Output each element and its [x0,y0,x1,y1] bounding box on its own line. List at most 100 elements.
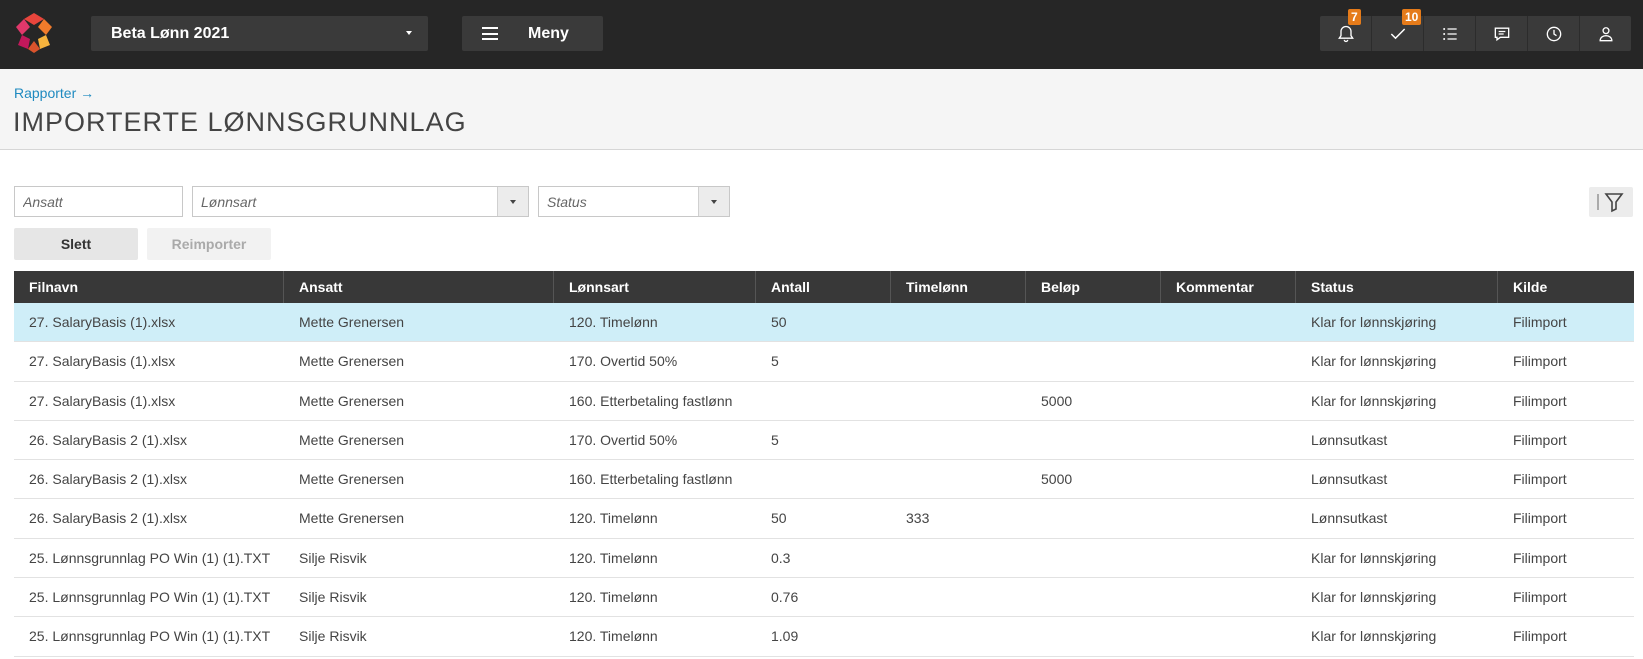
cell-ansatt: Mette Grenersen [299,510,405,527]
lonnsart-filter[interactable] [192,186,529,217]
app-logo-icon[interactable] [12,11,56,55]
history-button[interactable] [1528,16,1580,51]
user-icon [1598,26,1613,41]
cell-kommentar [1161,460,1296,498]
cell-belop [1026,539,1161,577]
cell-kommentar [1161,421,1296,459]
ansatt-input[interactable] [15,187,182,216]
top-bar: Beta Lønn 2021 Meny 7 10 [0,0,1643,69]
cell-kommentar [1161,617,1296,655]
cell-kilde: Filimport [1513,628,1567,645]
company-selector[interactable]: Beta Lønn 2021 [91,16,428,51]
top-icon-bar: 7 10 [1320,9,1631,51]
menu-button[interactable]: Meny [462,16,603,51]
cell-filnavn: 27. SalaryBasis (1).xlsx [29,392,176,409]
cell-lonnsart: 170. Overtid 50% [569,353,678,370]
cell-kilde: Filimport [1513,431,1567,448]
table-row[interactable]: 27. SalaryBasis (1).xlsx Mette Grenersen 1… [14,382,1634,421]
cell-kommentar [1161,578,1296,616]
cell-lonnsart: 160. Etterbetaling fastlønn [569,471,733,488]
cell-timelonn: 333 [906,510,930,527]
table-row[interactable]: 27. SalaryBasis (1).xlsx Mette Grenersen 1… [14,342,1634,382]
column-header-ansatt[interactable]: Ansatt [284,271,554,303]
table-header: Filnavn Ansatt Lønnsart Antall Timelønn … [14,271,1634,303]
column-header-filnavn[interactable]: Filnavn [14,271,284,303]
table-row[interactable]: 26. SalaryBasis 2 (1).xlsx Mette Grenerse… [14,499,1634,539]
breadcrumb-rapporter[interactable]: Rapporter → [14,85,94,101]
table-row[interactable]: 27. SalaryBasis (1).xlsx Mette Grenersen 1… [14,303,1634,343]
notifications-button[interactable]: 7 [1320,9,1372,51]
cell-timelonn [891,617,1026,655]
reimport-button[interactable]: Reimporter [147,228,271,260]
cell-ansatt: Silje Risvik [299,628,367,645]
chat-icon [1494,27,1509,41]
list-button[interactable] [1424,16,1476,51]
column-header-status[interactable]: Status [1296,271,1498,303]
filter-toggle-button[interactable] [1589,187,1633,217]
salary-basis-table: Filnavn Ansatt Lønnsart Antall Timelønn … [14,271,1634,657]
list-icon [1442,27,1457,40]
column-header-kommentar[interactable]: Kommentar [1161,271,1296,303]
column-header-timelonn[interactable]: Timelønn [891,271,1026,303]
cell-status: Klar for lønnskjøring [1311,353,1437,370]
cell-antall: 50 [771,510,787,527]
cell-antall: 1.09 [771,628,799,645]
column-header-lonnsart[interactable]: Lønnsart [554,271,756,303]
cell-belop [1026,421,1161,459]
column-header-antall[interactable]: Antall [756,271,891,303]
cell-ansatt: Mette Grenersen [299,353,405,370]
table-row[interactable]: 25. Lønnsgrunnlag PO Win (1) (1).TXT Silj… [14,617,1634,657]
table-row[interactable]: 26. SalaryBasis 2 (1).xlsx Mette Grenerse… [14,460,1634,500]
column-header-kilde[interactable]: Kilde [1498,271,1634,303]
cell-filnavn: 27. SalaryBasis (1).xlsx [29,314,176,330]
delete-button[interactable]: Slett [14,228,138,260]
cell-kilde: Filimport [1513,392,1567,409]
table-row[interactable]: 26. SalaryBasis 2 (1).xlsx Mette Grenerse… [14,421,1634,461]
lonnsart-dropdown-toggle[interactable] [497,187,528,216]
cell-ansatt: Mette Grenersen [299,471,405,488]
cell-belop [1026,617,1161,655]
filter-icon [1597,193,1624,213]
cell-antall [756,460,891,498]
chat-button[interactable] [1476,16,1528,51]
column-header-belop[interactable]: Beløp [1026,271,1161,303]
checkmark-icon [1390,27,1405,39]
bell-icon [1337,25,1354,42]
cell-filnavn: 26. SalaryBasis 2 (1).xlsx [29,431,187,448]
cell-lonnsart: 120. Timelønn [569,628,658,645]
cell-antall: 5 [771,353,779,370]
cell-kilde: Filimport [1513,353,1567,370]
table-row[interactable]: 25. Lønnsgrunnlag PO Win (1) (1).TXT Silj… [14,539,1634,579]
cell-timelonn [891,382,1026,420]
lonnsart-input[interactable] [193,187,528,216]
cell-kommentar [1161,342,1296,380]
cell-belop [1026,499,1161,537]
cell-filnavn: 26. SalaryBasis 2 (1).xlsx [29,510,187,527]
status-dropdown-toggle[interactable] [698,187,729,216]
table-body: 27. SalaryBasis (1).xlsx Mette Grenersen 1… [14,303,1634,657]
cell-timelonn [891,303,1026,341]
table-row[interactable]: 25. Lønnsgrunnlag PO Win (1) (1).TXT Silj… [14,578,1634,618]
tasks-button[interactable]: 10 [1372,9,1424,51]
cell-kilde: Filimport [1513,589,1567,606]
cell-kilde: Filimport [1513,549,1567,566]
cell-kilde: Filimport [1513,314,1567,330]
cell-lonnsart: 120. Timelønn [569,314,658,330]
cell-kommentar [1161,303,1296,341]
cell-belop [1026,303,1161,341]
cell-filnavn: 25. Lønnsgrunnlag PO Win (1) (1).TXT [29,549,271,566]
user-button[interactable] [1580,16,1631,51]
cell-status: Klar for lønnskjøring [1311,628,1437,645]
cell-belop: 5000 [1041,471,1073,488]
cell-lonnsart: 120. Timelønn [569,589,658,606]
cell-ansatt: Mette Grenersen [299,392,405,409]
cell-ansatt: Silje Risvik [299,589,367,606]
cell-belop: 5000 [1041,392,1073,409]
cell-ansatt: Silje Risvik [299,549,367,566]
status-filter[interactable] [538,186,730,217]
cell-antall: 0.3 [771,549,791,566]
cell-kommentar [1161,539,1296,577]
ansatt-filter[interactable] [14,186,183,217]
cell-antall: 5 [771,431,779,448]
cell-filnavn: 25. Lønnsgrunnlag PO Win (1) (1).TXT [29,628,271,645]
